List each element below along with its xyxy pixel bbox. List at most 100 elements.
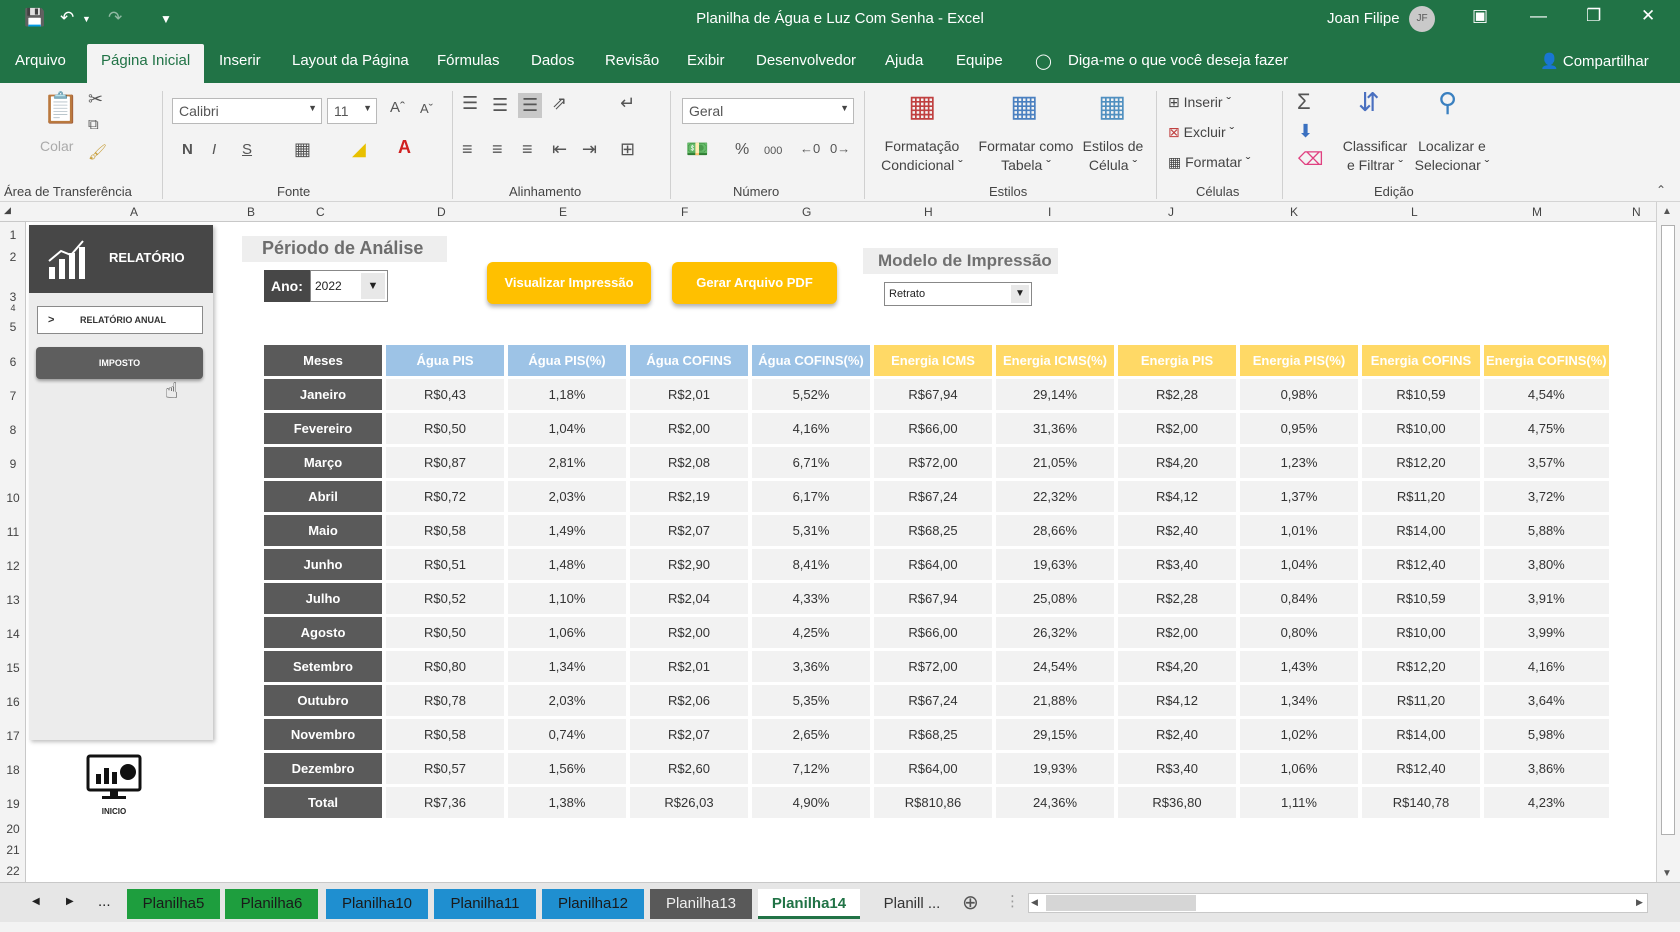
value-cell[interactable]: 21,88% <box>996 685 1114 716</box>
header-energia-cofins-pct[interactable]: Energia COFINS(%) <box>1484 345 1609 376</box>
value-cell[interactable]: 3,36% <box>752 651 870 682</box>
value-cell[interactable]: 0,80% <box>1240 617 1358 648</box>
row-header[interactable]: 9 <box>0 457 26 471</box>
row-header[interactable]: 16 <box>0 695 26 709</box>
next-sheet-icon[interactable]: ▶ <box>66 896 74 907</box>
value-cell[interactable]: 1,04% <box>1240 549 1358 580</box>
month-cell[interactable]: Total <box>264 787 382 818</box>
row-header[interactable]: 7 <box>0 389 26 403</box>
value-cell[interactable]: R$810,86 <box>874 787 992 818</box>
tab-ajuda[interactable]: Ajuda <box>885 52 923 69</box>
copy-icon[interactable]: ⧉ <box>88 116 99 133</box>
sheet-tab[interactable]: Planilha11 <box>434 889 536 919</box>
value-cell[interactable]: R$2,28 <box>1118 379 1236 410</box>
row-header[interactable]: 4 <box>0 303 26 313</box>
increase-indent-icon[interactable]: ⇥ <box>582 139 597 160</box>
align-middle-icon[interactable]: ☰ <box>492 95 508 116</box>
value-cell[interactable]: 2,65% <box>752 719 870 750</box>
row-header[interactable]: 20 <box>0 822 26 836</box>
value-cell[interactable]: R$7,36 <box>386 787 504 818</box>
value-cell[interactable]: 1,11% <box>1240 787 1358 818</box>
align-left-icon[interactable]: ≡ <box>462 139 473 160</box>
sort-filter-button[interactable]: Classificar e Filtrar ˇ <box>1340 137 1410 175</box>
chevron-down-icon[interactable]: ▼ <box>1011 285 1029 303</box>
print-model-select[interactable]: Retrato ▼ <box>884 282 1032 306</box>
value-cell[interactable]: 1,01% <box>1240 515 1358 546</box>
value-cell[interactable]: R$0,80 <box>386 651 504 682</box>
value-cell[interactable]: R$72,00 <box>874 651 992 682</box>
value-cell[interactable]: 29,15% <box>996 719 1114 750</box>
add-sheet-icon[interactable]: ⊕ <box>962 890 979 915</box>
scroll-right-icon[interactable]: ▶ <box>1636 897 1643 908</box>
increase-decimal-icon[interactable]: ←0 <box>800 141 820 156</box>
value-cell[interactable]: R$12,20 <box>1362 447 1480 478</box>
value-cell[interactable]: R$14,00 <box>1362 515 1480 546</box>
row-header[interactable]: 1 <box>0 228 26 242</box>
number-format-select[interactable]: Geral ▼ <box>682 98 854 124</box>
month-cell[interactable]: Dezembro <box>264 753 382 784</box>
conditional-format-button[interactable]: Formatação Condicional ˇ <box>872 137 972 175</box>
value-cell[interactable]: R$3,40 <box>1118 753 1236 784</box>
value-cell[interactable]: 26,32% <box>996 617 1114 648</box>
autosum-icon[interactable]: Σ <box>1297 89 1311 115</box>
col-header[interactable]: C <box>316 205 325 219</box>
borders-icon[interactable]: ▦ <box>294 139 311 160</box>
tab-arquivo[interactable]: Arquivo <box>15 52 66 69</box>
horizontal-scroll-thumb[interactable] <box>1046 895 1196 911</box>
value-cell[interactable]: 5,35% <box>752 685 870 716</box>
format-cells-button[interactable]: ▦ Formatar ˇ <box>1168 153 1250 172</box>
format-table-button[interactable]: Formatar como Tabela ˇ <box>972 137 1080 175</box>
value-cell[interactable]: 4,75% <box>1484 413 1609 444</box>
value-cell[interactable]: 1,06% <box>508 617 626 648</box>
row-header[interactable]: 15 <box>0 661 26 675</box>
row-header[interactable]: 3 <box>0 290 26 304</box>
value-cell[interactable]: 19,63% <box>996 549 1114 580</box>
header-meses[interactable]: Meses <box>264 345 382 376</box>
share-button[interactable]: 👤 Compartilhar <box>1540 52 1649 70</box>
value-cell[interactable]: R$4,20 <box>1118 651 1236 682</box>
value-cell[interactable]: R$0,57 <box>386 753 504 784</box>
value-cell[interactable]: 31,36% <box>996 413 1114 444</box>
annual-report-button[interactable]: > RELATÓRIO ANUAL <box>37 306 203 334</box>
value-cell[interactable]: 3,99% <box>1484 617 1609 648</box>
tell-me-box[interactable]: Diga-me o que você deseja fazer <box>1068 52 1288 69</box>
value-cell[interactable]: 3,72% <box>1484 481 1609 512</box>
generate-pdf-button[interactable]: Gerar Arquivo PDF <box>672 262 837 304</box>
value-cell[interactable]: R$2,08 <box>630 447 748 478</box>
col-header[interactable]: I <box>1048 205 1051 219</box>
value-cell[interactable]: R$2,06 <box>630 685 748 716</box>
value-cell[interactable]: 1,34% <box>1240 685 1358 716</box>
col-header[interactable]: N <box>1632 205 1641 219</box>
tab-desenvolvedor[interactable]: Desenvolvedor <box>756 52 856 69</box>
paste-icon[interactable]: 📋 <box>42 91 79 126</box>
header-energia-pis-pct[interactable]: Energia PIS(%) <box>1240 345 1358 376</box>
align-top-icon[interactable]: ☰ <box>462 93 478 114</box>
tax-button[interactable]: IMPOSTO <box>36 347 203 379</box>
col-header[interactable]: B <box>247 205 255 219</box>
value-cell[interactable]: R$0,58 <box>386 515 504 546</box>
accounting-icon[interactable]: 💵 <box>686 139 708 160</box>
col-header[interactable]: J <box>1168 205 1174 219</box>
find-select-icon[interactable]: ⚲ <box>1438 87 1457 118</box>
value-cell[interactable]: 4,54% <box>1484 379 1609 410</box>
sheet-tab[interactable]: Planill ... <box>872 889 952 919</box>
font-name-select[interactable]: Calibri ▼ <box>172 98 322 124</box>
sheet-tab[interactable]: Planilha12 <box>542 889 644 919</box>
sheet-tab[interactable]: Planilha10 <box>326 889 428 919</box>
value-cell[interactable]: 1,23% <box>1240 447 1358 478</box>
ribbon-display-icon[interactable]: ▣ <box>1472 6 1488 26</box>
tab-formulas[interactable]: Fórmulas <box>437 52 500 69</box>
cell-styles-button[interactable]: Estilos de Célula ˇ <box>1078 137 1148 175</box>
value-cell[interactable]: 1,56% <box>508 753 626 784</box>
value-cell[interactable]: R$67,94 <box>874 583 992 614</box>
value-cell[interactable]: R$4,12 <box>1118 685 1236 716</box>
sheet-tab[interactable]: Planilha13 <box>650 889 752 919</box>
align-bottom-icon[interactable]: ☰ <box>518 93 543 118</box>
value-cell[interactable]: 19,93% <box>996 753 1114 784</box>
col-header[interactable]: M <box>1532 205 1542 219</box>
value-cell[interactable]: R$11,20 <box>1362 481 1480 512</box>
insert-cells-button[interactable]: ⊞ Inserir ˇ <box>1168 93 1231 112</box>
value-cell[interactable]: 4,23% <box>1484 787 1609 818</box>
user-name[interactable]: Joan Filipe <box>1327 10 1400 27</box>
value-cell[interactable]: 0,84% <box>1240 583 1358 614</box>
